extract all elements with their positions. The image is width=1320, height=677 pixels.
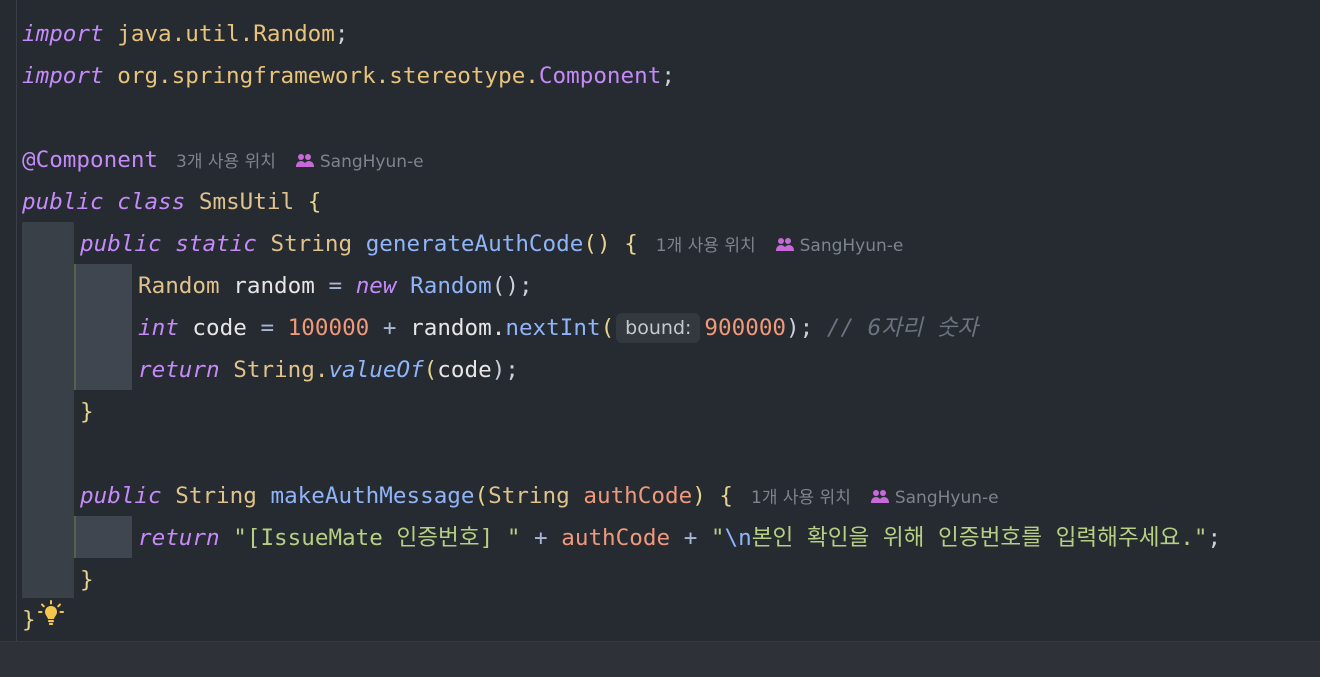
code-line-14[interactable]: } bbox=[80, 559, 94, 601]
parameter: authCode bbox=[561, 525, 671, 551]
package: java.util. bbox=[117, 21, 254, 47]
type-name: Random bbox=[138, 273, 220, 299]
brace: { bbox=[307, 189, 322, 215]
string-literal: "[IssueMate 인증번호] " bbox=[233, 525, 521, 551]
editor-bottom-strip bbox=[0, 641, 1320, 677]
keyword: class bbox=[117, 189, 186, 215]
punctuation: ; bbox=[334, 21, 349, 47]
paren: ( bbox=[600, 315, 615, 341]
keyword: return bbox=[138, 357, 220, 383]
string-literal: 본인 확인을 위해 인증번호를 입력해주세요." bbox=[751, 525, 1208, 551]
method-name: generateAuthCode bbox=[365, 231, 584, 257]
usages-hint[interactable]: 1개 사용 위치 SangHyun-e bbox=[751, 488, 999, 508]
parens: () bbox=[583, 231, 611, 257]
punctuation: (); bbox=[491, 273, 533, 299]
keyword: public bbox=[22, 189, 104, 215]
variable: code bbox=[192, 315, 247, 341]
type-name: String bbox=[270, 231, 353, 257]
method-name: makeAuthMessage bbox=[270, 483, 475, 509]
operator: + bbox=[382, 315, 397, 341]
class-name: String. bbox=[233, 357, 329, 383]
brace: } bbox=[80, 399, 94, 425]
escape-sequence: \n bbox=[724, 525, 752, 551]
keyword: new bbox=[355, 273, 397, 299]
author-name: SangHyun-e bbox=[319, 152, 424, 172]
operator: = bbox=[260, 315, 275, 341]
punctuation: ; bbox=[661, 63, 675, 89]
usages-hint[interactable]: 1개 사용 위치 SangHyun-e bbox=[656, 236, 904, 256]
punctuation: ; bbox=[1207, 525, 1222, 551]
usages-hint[interactable]: 3개 사용 위치 SangHyun-e bbox=[176, 152, 424, 172]
code-line-7[interactable]: Random random = new Random(); bbox=[138, 265, 533, 307]
code-line-9[interactable]: return String.valueOf(code); bbox=[138, 349, 519, 391]
keyword: int bbox=[138, 315, 179, 341]
user-group-icon bbox=[775, 237, 796, 251]
code-line-6[interactable]: public static String generateAuthCode() … bbox=[80, 223, 903, 265]
author-hint[interactable]: SangHyun-e bbox=[870, 488, 999, 508]
paren: ( bbox=[474, 483, 489, 509]
code-editor[interactable]: import java.util.Random; import org.spri… bbox=[0, 0, 1320, 677]
operator: + bbox=[683, 525, 698, 551]
author-hint[interactable]: SangHyun-e bbox=[775, 236, 904, 256]
method-name: nextInt bbox=[505, 315, 601, 341]
code-line-2[interactable]: import org.springframework.stereotype.Co… bbox=[22, 55, 675, 97]
user-group-icon bbox=[295, 153, 316, 167]
code-line-10[interactable]: } bbox=[80, 391, 94, 433]
type-name: String bbox=[488, 483, 570, 509]
indent-guide-method2 bbox=[74, 516, 132, 558]
code-line-1[interactable]: import java.util.Random; bbox=[22, 13, 349, 55]
keyword: public bbox=[80, 231, 162, 257]
class-name: Component bbox=[538, 63, 662, 89]
annotation: @Component bbox=[22, 147, 159, 173]
object-ref: random. bbox=[410, 315, 506, 341]
usages-text: 1개 사용 위치 bbox=[751, 488, 851, 508]
operator: + bbox=[534, 525, 548, 551]
parameter: authCode bbox=[583, 483, 693, 509]
class-name: Random bbox=[253, 21, 335, 47]
operator: = bbox=[328, 273, 343, 299]
number-literal: 100000 bbox=[287, 315, 370, 341]
string-literal: " bbox=[710, 525, 725, 551]
punctuation: ); bbox=[786, 315, 814, 341]
keyword: import bbox=[22, 63, 104, 89]
code-line-12[interactable]: public String makeAuthMessage(String aut… bbox=[80, 475, 999, 517]
keyword: return bbox=[138, 525, 220, 551]
usages-text: 1개 사용 위치 bbox=[655, 236, 756, 256]
class-name: SmsUtil bbox=[198, 189, 295, 215]
code-line-5[interactable]: public class SmsUtil { bbox=[22, 181, 321, 223]
variable: random bbox=[233, 273, 315, 299]
keyword: import bbox=[22, 21, 104, 47]
keyword: static bbox=[175, 231, 257, 257]
paren: ( bbox=[423, 357, 438, 383]
code-line-15[interactable]: } bbox=[22, 599, 36, 641]
brace: } bbox=[22, 607, 36, 633]
gutter-divider bbox=[16, 0, 17, 676]
parameter-hint: bound: bbox=[616, 313, 701, 343]
package: org.springframework.stereotype. bbox=[117, 63, 539, 89]
brace: { bbox=[719, 483, 734, 509]
argument: code bbox=[437, 357, 492, 383]
usages-text: 3개 사용 위치 bbox=[176, 152, 276, 172]
constructor: Random bbox=[410, 273, 492, 299]
brace: } bbox=[80, 567, 94, 593]
user-group-icon bbox=[870, 489, 891, 503]
brace: { bbox=[624, 231, 638, 257]
code-line-8[interactable]: int code = 100000 + random.nextInt(bound… bbox=[138, 307, 978, 349]
code-line-13[interactable]: return "[IssueMate 인증번호] " + authCode + … bbox=[138, 517, 1221, 559]
indent-guide-class bbox=[22, 222, 74, 598]
code-line-4[interactable]: @Component 3개 사용 위치 SangHyun-e bbox=[22, 139, 424, 181]
comment: // 6자리 숫자 bbox=[826, 315, 979, 341]
author-name: SangHyun-e bbox=[799, 236, 904, 256]
number-literal: 900000 bbox=[704, 315, 787, 341]
lightbulb-icon[interactable] bbox=[38, 600, 64, 626]
method-name: valueOf bbox=[328, 357, 424, 383]
indent-guide-method1 bbox=[74, 264, 132, 390]
author-name: SangHyun-e bbox=[894, 488, 999, 508]
keyword: public bbox=[80, 483, 162, 509]
author-hint[interactable]: SangHyun-e bbox=[295, 152, 424, 172]
punctuation: ); bbox=[491, 357, 519, 383]
type-name: String bbox=[175, 483, 257, 509]
paren: ) bbox=[692, 483, 706, 509]
